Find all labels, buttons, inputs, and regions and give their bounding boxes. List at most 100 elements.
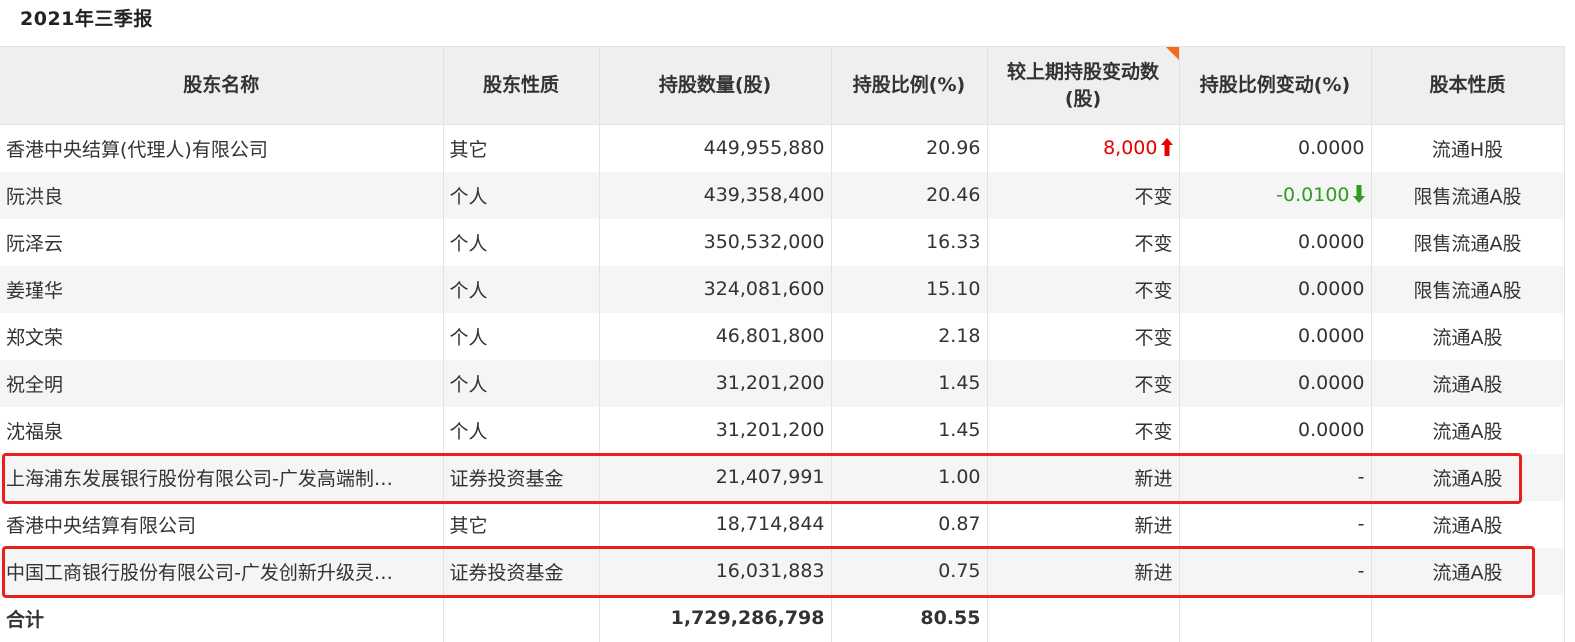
ratio-cell: 15.10 xyxy=(831,265,988,313)
ratio-change-cell: 0.0000 xyxy=(1179,218,1372,266)
holder-type-cell: 个人 xyxy=(443,312,600,360)
share-change-value: 新进 xyxy=(1134,467,1173,490)
ratio-change-cell: -0.0100 xyxy=(1179,171,1372,219)
column-header-holder-type[interactable]: 股东性质 xyxy=(443,46,600,125)
column-header-share-type[interactable]: 股本性质 xyxy=(1371,46,1565,125)
ratio-cell: 0.75 xyxy=(831,547,988,595)
share-change-value: 不变 xyxy=(1134,326,1173,349)
ratio-change-value: 0.0000 xyxy=(1298,231,1365,253)
table-row: 中国工商银行股份有限公司-广发创新升级灵… 证券投资基金 16,031,883 0.7… xyxy=(0,547,1565,595)
column-header-share-change-label: 较上期持股变动数(股) xyxy=(1006,60,1159,110)
column-header-shares[interactable]: 持股数量(股) xyxy=(599,46,832,125)
share-type-cell: 流通A股 xyxy=(1371,406,1565,454)
total-empty-cell xyxy=(1179,594,1372,642)
share-change-cell: 8,000 xyxy=(987,124,1180,172)
ratio-change-cell: - xyxy=(1179,500,1372,548)
share-type-cell: 流通A股 xyxy=(1371,547,1565,595)
arrow-down-icon xyxy=(1352,185,1365,203)
column-header-ratio-change[interactable]: 持股比例变动(%) xyxy=(1179,46,1372,125)
holder-name-cell[interactable]: 上海浦东发展银行股份有限公司-广发高端制… xyxy=(0,453,444,501)
ratio-change-value: - xyxy=(1357,466,1365,488)
share-type-cell: 限售流通A股 xyxy=(1371,171,1565,219)
ratio-change-value: 0.0000 xyxy=(1298,419,1365,441)
share-change-value: 不变 xyxy=(1134,279,1173,302)
holder-type-cell: 其它 xyxy=(443,500,600,548)
table-body: 香港中央结算(代理人)有限公司 其它 449,955,880 20.96 8,000 0.… xyxy=(0,124,1565,642)
holder-type-cell: 个人 xyxy=(443,218,600,266)
table-row: 沈福泉 个人 31,201,200 1.45 不变 0.0000 流通A股 xyxy=(0,406,1565,454)
share-change-cell: 新进 xyxy=(987,500,1180,548)
column-header-holder-name[interactable]: 股东名称 xyxy=(0,46,444,125)
table-row: 阮洪良 个人 439,358,400 20.46 不变 -0.0100 限售流通A股 xyxy=(0,171,1565,219)
holder-name-cell[interactable]: 阮泽云 xyxy=(0,218,444,266)
share-change-cell: 不变 xyxy=(987,312,1180,360)
ratio-change-cell: 0.0000 xyxy=(1179,265,1372,313)
shares-cell: 324,081,600 xyxy=(599,265,832,313)
holder-name-cell[interactable]: 祝全明 xyxy=(0,359,444,407)
ratio-cell: 20.46 xyxy=(831,171,988,219)
holder-name-cell[interactable]: 香港中央结算有限公司 xyxy=(0,500,444,548)
ratio-cell: 20.96 xyxy=(831,124,988,172)
holder-type-cell: 个人 xyxy=(443,171,600,219)
ratio-change-cell: - xyxy=(1179,453,1372,501)
total-row: 合计 1,729,286,798 80.55 xyxy=(0,594,1565,642)
ratio-change-value: -0.0100 xyxy=(1276,184,1350,206)
ratio-change-cell: - xyxy=(1179,547,1372,595)
table-row: 祝全明 个人 31,201,200 1.45 不变 0.0000 流通A股 xyxy=(0,359,1565,407)
table-row: 上海浦东发展银行股份有限公司-广发高端制… 证券投资基金 21,407,991 1.0… xyxy=(0,453,1565,501)
ratio-cell: 2.18 xyxy=(831,312,988,360)
share-change-cell: 新进 xyxy=(987,547,1180,595)
share-change-value: 新进 xyxy=(1134,561,1173,584)
shares-cell: 31,201,200 xyxy=(599,406,832,454)
ratio-change-value: 0.0000 xyxy=(1298,325,1365,347)
share-change-cell: 不变 xyxy=(987,171,1180,219)
report-period-title: 2021年三季报 xyxy=(20,8,153,30)
ratio-change-value: - xyxy=(1357,560,1365,582)
share-type-cell: 流通A股 xyxy=(1371,453,1565,501)
shares-cell: 350,532,000 xyxy=(599,218,832,266)
shares-cell: 16,031,883 xyxy=(599,547,832,595)
shares-cell: 21,407,991 xyxy=(599,453,832,501)
arrow-up-icon xyxy=(1160,138,1173,157)
share-change-value: 不变 xyxy=(1134,232,1173,255)
ratio-cell: 0.87 xyxy=(831,500,988,548)
table-row: 姜瑾华 个人 324,081,600 15.10 不变 0.0000 限售流通A股 xyxy=(0,265,1565,313)
column-header-ratio[interactable]: 持股比例(%) xyxy=(831,46,988,125)
share-type-cell: 限售流通A股 xyxy=(1371,265,1565,313)
ratio-change-value: - xyxy=(1357,513,1365,535)
share-type-cell: 限售流通A股 xyxy=(1371,218,1565,266)
holder-type-cell: 个人 xyxy=(443,265,600,313)
ratio-cell: 1.45 xyxy=(831,406,988,454)
ratio-cell: 1.45 xyxy=(831,359,988,407)
holder-name-cell[interactable]: 香港中央结算(代理人)有限公司 xyxy=(0,124,444,172)
holder-name-cell[interactable]: 姜瑾华 xyxy=(0,265,444,313)
total-ratio: 80.55 xyxy=(831,594,988,642)
total-shares: 1,729,286,798 xyxy=(599,594,832,642)
share-change-cell: 不变 xyxy=(987,406,1180,454)
ratio-change-value: 0.0000 xyxy=(1298,137,1365,160)
holder-name-cell[interactable]: 沈福泉 xyxy=(0,406,444,454)
holder-name-cell[interactable]: 郑文荣 xyxy=(0,312,444,360)
total-label: 合计 xyxy=(0,594,444,642)
shares-cell: 449,955,880 xyxy=(599,124,832,172)
holder-name-cell[interactable]: 中国工商银行股份有限公司-广发创新升级灵… xyxy=(0,547,444,595)
holder-name-cell[interactable]: 阮洪良 xyxy=(0,171,444,219)
share-type-cell: 流通H股 xyxy=(1371,124,1565,172)
total-empty-cell xyxy=(1371,594,1565,642)
holder-type-cell: 其它 xyxy=(443,124,600,172)
ratio-change-cell: 0.0000 xyxy=(1179,312,1372,360)
ratio-change-cell: 0.0000 xyxy=(1179,359,1372,407)
share-change-cell: 不变 xyxy=(987,359,1180,407)
share-type-cell: 流通A股 xyxy=(1371,359,1565,407)
shares-cell: 46,801,800 xyxy=(599,312,832,360)
ratio-cell: 16.33 xyxy=(831,218,988,266)
ratio-cell: 1.00 xyxy=(831,453,988,501)
shares-cell: 439,358,400 xyxy=(599,171,832,219)
table-row: 郑文荣 个人 46,801,800 2.18 不变 0.0000 流通A股 xyxy=(0,312,1565,360)
share-change-value: 新进 xyxy=(1134,514,1173,537)
table-row: 香港中央结算(代理人)有限公司 其它 449,955,880 20.96 8,000 0.… xyxy=(0,124,1565,172)
column-header-share-change[interactable]: 较上期持股变动数(股) xyxy=(987,46,1180,125)
total-empty-cell xyxy=(443,594,600,642)
share-type-cell: 流通A股 xyxy=(1371,500,1565,548)
share-type-cell: 流通A股 xyxy=(1371,312,1565,360)
